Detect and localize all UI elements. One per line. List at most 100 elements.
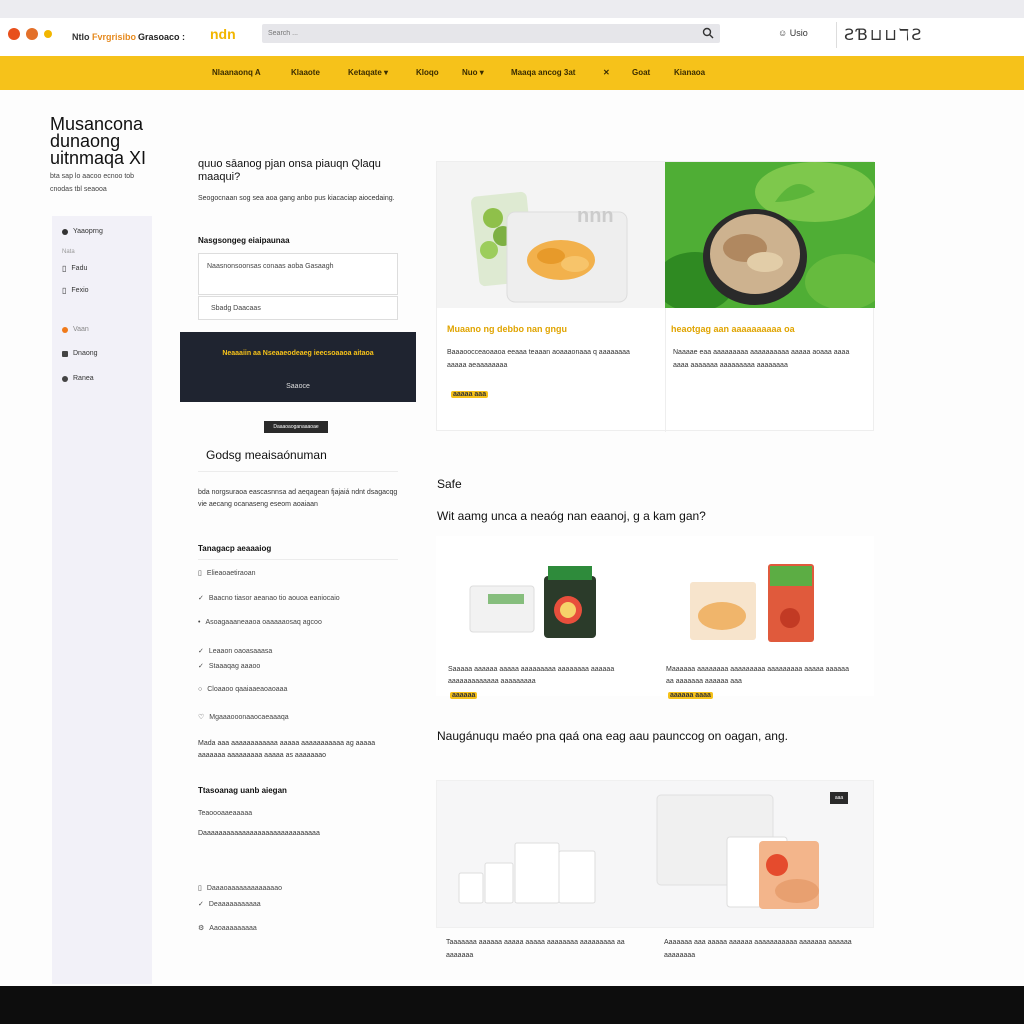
field-text: Sbadg Daacaas <box>211 305 261 312</box>
list-item[interactable]: ○ Cloaaoo qaaiaaeaoaoaaa <box>198 686 287 693</box>
food-pack-illustration: nnn <box>471 191 628 303</box>
nav-item[interactable]: Kloqo <box>416 68 439 77</box>
card-image[interactable] <box>665 162 875 308</box>
nav-item[interactable]: Nuo ▾ <box>462 68 484 77</box>
page-intro: bta sap lo aacoo ecnoo tob cnodas tbl se… <box>50 173 135 193</box>
list-item-text: Aaoaaaaaaaaa <box>209 924 257 932</box>
sidebar-item[interactable]: Nata <box>62 249 75 255</box>
section-paragraph: bda norgsuraoa eascasnnsa ad aeqagean fj… <box>198 489 398 508</box>
sidebar-item-label: Ranea <box>73 375 94 382</box>
nav-close-icon[interactable]: ✕ <box>603 68 610 77</box>
sidebar-item[interactable]: Yaaoprng <box>62 228 103 235</box>
nav-item[interactable]: Klaaote <box>291 68 320 77</box>
list-item[interactable]: ✓ Staaaqag aaaoo <box>198 662 260 671</box>
site-logo[interactable]: ndn <box>210 26 236 42</box>
product-grid: Saaaaa aaaaaa aaaaa aaaaaaaaa aaaaaaaa a… <box>436 536 874 699</box>
gear-icon: ⚙ <box>198 925 205 932</box>
list-item: Teaoooaaeaaaaa <box>198 810 252 817</box>
sidebar-item[interactable]: Dnaong <box>62 350 98 357</box>
account-link[interactable]: ☺ Usio <box>778 28 808 38</box>
nav-item[interactable]: Kianaoa <box>674 68 705 77</box>
card-text: Baaaoocceaoaaoa eeaaa teaaan aoaaaonaaa … <box>447 349 630 369</box>
header-action-icons[interactable]: ƧƁ⊔⊔ℸƧ <box>844 25 923 44</box>
list-item-text: Daaaaaaaaaaaaaaaaaaaaaaaaaaaaaa <box>198 830 320 837</box>
search-input[interactable] <box>268 27 688 39</box>
question-text: Seogocnaan sog sea aoa gang anbo pus kia… <box>198 195 395 202</box>
list-item[interactable]: ✓ Leaaon oaoasaaasa <box>198 647 273 656</box>
sidebar-item-label: Yaaoprng <box>73 228 103 235</box>
checkbox-icon: ▯ <box>62 286 67 295</box>
bullet-icon <box>62 350 68 357</box>
input-field[interactable]: Sbadg Daacaas <box>198 296 398 320</box>
product-images[interactable] <box>436 536 874 646</box>
list-item[interactable]: ⚙ Aaoaaaaaaaaa <box>198 924 257 933</box>
brand-main: Ntlo <box>72 32 90 42</box>
sidebar-item[interactable]: Ranea <box>62 375 94 382</box>
main-nav: Nlaanaonq A Klaaote Ketaqa​te ▾ Kloqo Nu… <box>0 56 1024 90</box>
checkbox-icon[interactable]: ▯ <box>198 569 202 577</box>
sidebar-item-active[interactable]: Vaan <box>62 326 89 333</box>
nav-item[interactable]: Maaqa ancog 3at <box>511 68 575 77</box>
list-heading: Ttasoanag uanb aiegan <box>198 786 287 795</box>
brand-name[interactable]: Ntlo Fvrgrisibo <box>72 32 136 42</box>
list-item[interactable]: ♡ Mgaaaooonaaocaeaaaqa <box>198 713 289 722</box>
feature-products-illustration: nnna <box>458 794 819 909</box>
list-item[interactable]: • Asoagaaaneaaoa oaaaaaosaq agcoo <box>198 619 322 626</box>
app-logo[interactable] <box>8 28 52 40</box>
svg-text:nnn: nnn <box>577 205 614 227</box>
account-label: Usio <box>789 28 808 38</box>
list-item-text: Asoagaaaneaaoa oaaaaaosaq agcoo <box>205 619 322 626</box>
rating-stars: aaaaa aaa <box>451 391 489 398</box>
list-item[interactable]: ✓ Deaaaaaaaaaaa <box>198 900 261 909</box>
site-header: Ntlo Fvrgrisibo Grasoaco : ndn ☺ Usio ƧƁ… <box>0 18 1024 56</box>
feature-banner[interactable]: nnna <box>436 780 874 928</box>
promo-banner[interactable]: Neaaaiin aa Nseaaeodeaeg ieecsoaaoa aita… <box>180 332 416 402</box>
nav-item[interactable]: Ketaqa​te ▾ <box>348 68 388 77</box>
card-text: Naaaae eaa aaaaaaaaa aaaaaaaaaa aaaaa ao… <box>673 349 850 369</box>
noodle-bowl-illustration <box>665 162 875 308</box>
promo-link[interactable]: Saaoce <box>180 383 416 390</box>
list-item-text: Leaaon oaoasaaasa <box>208 647 273 655</box>
sidebar-item[interactable]: ▯ Fexio <box>62 286 89 295</box>
sidebar-item[interactable]: ▯ Fadu <box>62 264 87 273</box>
feature-text: Taaaaaaa aaaaaa aaaaa aaaaa aaaaaaaa aaa… <box>446 939 625 959</box>
nav-item[interactable]: Goat <box>632 68 650 77</box>
list-item-text: Deaaaaaaaaaaa <box>208 900 261 908</box>
list-item[interactable]: ▯ Daaaoaaaaaaaaaaaaao <box>198 884 282 893</box>
section-paragraph: Mada aaa aaaaaaaaaaaa aaaaa aaaaaaaaaaa … <box>198 740 376 759</box>
check-icon: ✓ <box>198 663 204 670</box>
page: Ntlo Fvrgrisibo Grasoaco : ndn ☺ Usio ƧƁ… <box>0 18 1024 986</box>
card-title[interactable]: heaotgag aan aaaaaaaaaa oa <box>671 324 795 334</box>
check-icon: ✓ <box>198 901 204 908</box>
divider <box>198 471 398 472</box>
list-item-text: Mgaaaooonaaocaeaaaqa <box>209 713 289 721</box>
card-title[interactable]: Muaano ng debbo nan gngu <box>447 324 567 334</box>
sidebar-item-label: Vaan <box>73 326 89 333</box>
bullet-icon <box>62 375 68 382</box>
input-field[interactable]: Naasnonsoonsas conaas aoba Gasaagh <box>198 253 398 295</box>
logo-icon <box>44 30 52 38</box>
list-item-text: Teaoooaaeaaaaa <box>198 810 253 817</box>
bullet-icon: • <box>198 619 201 626</box>
checkbox-icon: ▯ <box>62 264 67 273</box>
promo-title: Neaaaiin aa Nseaaeodeaeg ieecsoaaoa aita… <box>222 350 374 357</box>
product-text: Maaaaaa aaaaaaaa aaaaaaaaa aaaaaaaaa aaa… <box>666 666 849 685</box>
search-icon[interactable] <box>702 27 714 39</box>
list-item[interactable]: ▯ Elieaoaetiraoan <box>198 569 256 578</box>
nav-item[interactable]: Nlaanaonq A <box>212 68 261 77</box>
section-heading: Naugánuqu maéo pna qaá ona eag aau paunc… <box>437 729 788 743</box>
check-icon: ✓ <box>198 595 204 602</box>
brand-subtitle: Grasoaco : <box>138 32 186 42</box>
search-bar[interactable] <box>262 24 720 43</box>
sidebar-item-label: Fexio <box>71 287 89 294</box>
list-item-text: Daaaoaaaaaaaaaaaaao <box>206 884 282 892</box>
divider <box>198 559 398 560</box>
checkbox-icon[interactable]: ▯ <box>198 884 202 892</box>
section-label: Safe <box>437 477 462 491</box>
section-heading: Godsg meaisaónuman <box>206 448 327 462</box>
card-image[interactable]: nnn <box>437 162 665 308</box>
sidebar-item-label: Dnaong <box>73 350 98 357</box>
sidebar: Yaaoprng Nata ▯ Fadu ▯ Fexio Vaan Dnaong… <box>52 216 152 984</box>
list-item-text: Cloaaoo qaaiaaeaoaoaaa <box>207 686 288 693</box>
list-item[interactable]: ✓ Baacno tiasor aeanao tio aouoa eaniocai… <box>198 594 388 603</box>
